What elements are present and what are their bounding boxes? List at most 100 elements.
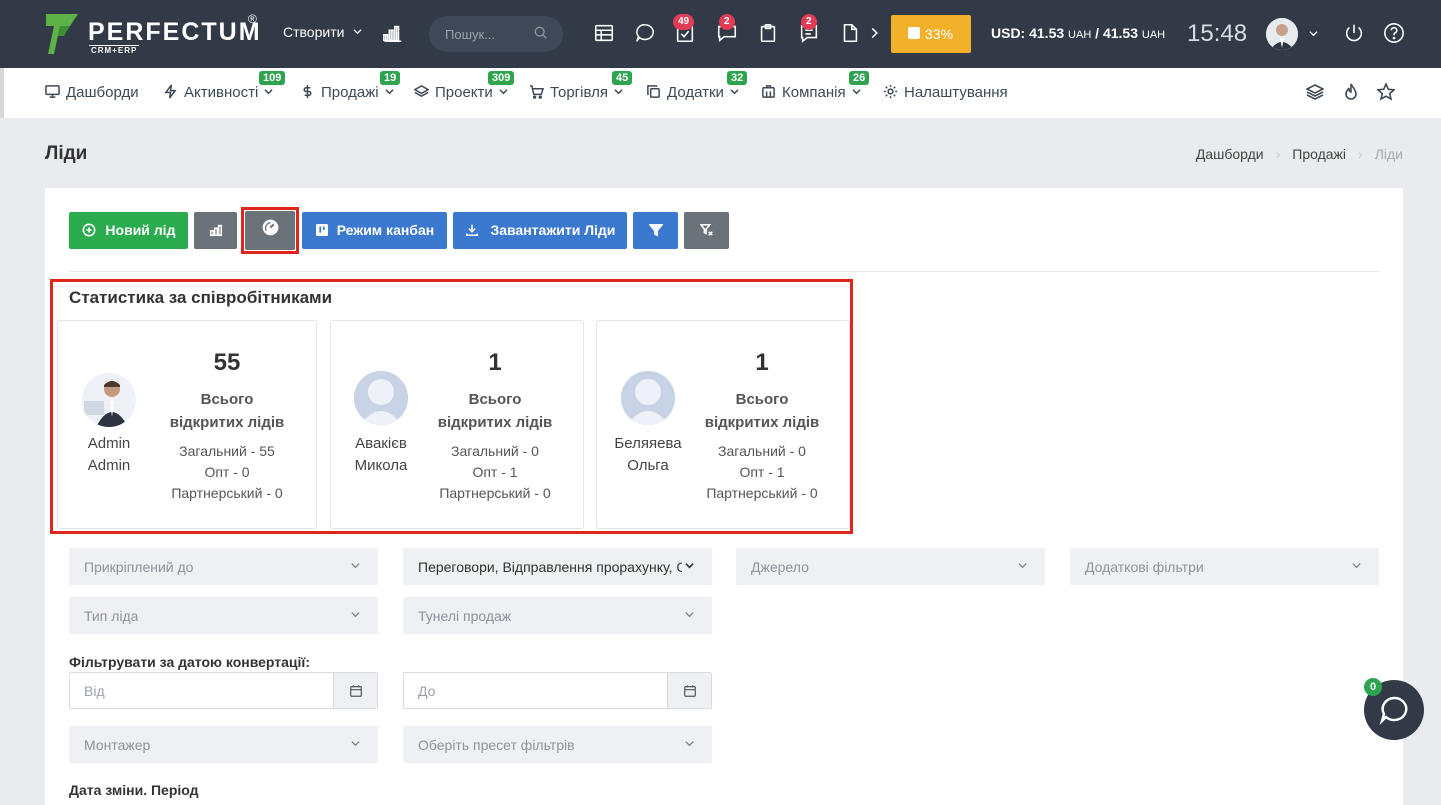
- timer-progress-button[interactable]: 33%: [891, 15, 971, 53]
- chevron-down-icon: [1018, 563, 1027, 569]
- calendar-button[interactable]: [667, 673, 711, 708]
- breadcrumb: Дашборди › Продажі › Ліди: [1196, 146, 1403, 162]
- kanban-label: Режим канбан: [336, 222, 435, 238]
- logo-text: PERFECTUM: [88, 18, 262, 46]
- monitor-icon: [45, 85, 60, 98]
- chart-button[interactable]: [194, 212, 237, 249]
- search-input[interactable]: [445, 25, 535, 43]
- menu-item-trade[interactable]: Торгівля: [529, 84, 623, 101]
- calendar-button[interactable]: [333, 673, 377, 708]
- rate-middle: / 41.53: [1091, 25, 1138, 41]
- general-count: Загальний - 0: [451, 443, 539, 459]
- assigned-to-select[interactable]: Прикріплений до: [69, 548, 378, 585]
- rate-unit-1: UAH: [1068, 29, 1092, 41]
- layers-toggle-icon[interactable]: [1305, 83, 1326, 103]
- conversion-date-label: Фільтрувати за датою конвертації:: [69, 654, 311, 670]
- employee-last-name: Ольга: [627, 457, 669, 474]
- fire-icon[interactable]: [1342, 83, 1362, 103]
- chevron-down-icon: [385, 89, 394, 95]
- kanban-mode-button[interactable]: Режим канбан: [302, 212, 447, 249]
- chevron-down-icon: [1352, 563, 1361, 569]
- clipboard-icon[interactable]: [757, 22, 781, 46]
- general-count: Загальний - 55: [179, 443, 275, 459]
- power-icon[interactable]: [1343, 22, 1367, 46]
- breadcrumb-item[interactable]: Дашборди: [1196, 146, 1264, 162]
- global-search[interactable]: [429, 16, 563, 52]
- employee-avatar: [82, 373, 136, 427]
- menu-item-dashboards[interactable]: Дашборди: [45, 84, 139, 101]
- employee-avatar: [621, 371, 675, 425]
- logo-mark-icon: [46, 14, 78, 54]
- page-title: Ліди: [45, 143, 88, 164]
- user-avatar[interactable]: [1266, 18, 1298, 50]
- installer-value: Монтажер: [84, 737, 151, 753]
- menu-item-activities[interactable]: Активності: [163, 84, 274, 101]
- star-icon[interactable]: [1376, 81, 1397, 103]
- chat-count-badge: 0: [1364, 678, 1382, 696]
- filter-preset-select[interactable]: Оберіть пресет фільтрів: [403, 726, 712, 763]
- main-menu: Дашборди Активності 109 Продажі 19 Проек…: [0, 68, 1441, 118]
- create-label: Створити: [283, 24, 345, 40]
- menu-item-settings[interactable]: Налаштування: [883, 84, 1008, 101]
- bolt-icon: [164, 84, 177, 99]
- reports-chart-icon[interactable]: [382, 22, 406, 46]
- employee-photo-icon: [82, 373, 136, 427]
- breadcrumb-separator-icon: ›: [1275, 146, 1281, 162]
- progress-label: 33%: [925, 26, 954, 42]
- open-leads-label-2: відкритих лідів: [704, 414, 820, 431]
- create-dropdown[interactable]: Створити: [283, 24, 362, 40]
- date-to-input[interactable]: [418, 682, 618, 700]
- date-from-input[interactable]: [84, 682, 284, 700]
- extra-filters-select[interactable]: Додаткові фільтри: [1070, 548, 1379, 585]
- partner-count: Партнерський - 0: [706, 485, 818, 501]
- chevron-down-icon: [499, 89, 508, 95]
- stats-title: Статистика за співробітниками: [69, 288, 333, 307]
- rate-prefix: USD: 41.53: [991, 25, 1065, 41]
- table-icon[interactable]: [593, 22, 617, 46]
- logo[interactable]: PERFECTUM CRM+ERP ®: [44, 12, 264, 58]
- breadcrumb-item[interactable]: Продажі: [1292, 146, 1346, 162]
- dollar-icon: [303, 84, 312, 99]
- document-icon[interactable]: [839, 22, 863, 46]
- filter-button[interactable]: [633, 212, 678, 249]
- chevron-right-icon[interactable]: [869, 22, 881, 46]
- new-lead-button[interactable]: Новий лід: [69, 212, 188, 249]
- open-leads-label: Всього: [735, 391, 789, 408]
- date-from-field[interactable]: [69, 672, 378, 709]
- employee-last-name: Микола: [354, 457, 408, 474]
- chevron-down-icon: [351, 563, 360, 569]
- status-select[interactable]: Переговори, Відправлення прорахунку, С: [403, 548, 712, 585]
- comment-icon[interactable]: [634, 22, 658, 46]
- bar-chart-icon: [209, 224, 222, 237]
- open-leads-label: Всього: [200, 391, 254, 408]
- stats-toggle-button[interactable]: [245, 211, 295, 250]
- menu-item-company[interactable]: Компанія: [761, 84, 861, 101]
- lead-type-select[interactable]: Тип ліда: [69, 597, 378, 634]
- download-icon: [465, 224, 478, 237]
- copy-icon: [647, 85, 660, 98]
- menu-label: Проекти: [435, 84, 493, 101]
- sales-count-badge: 19: [380, 71, 401, 85]
- clear-filter-button[interactable]: [684, 212, 729, 249]
- download-leads-button[interactable]: Завантажити Ліди: [453, 212, 627, 249]
- menu-item-projects[interactable]: Проекти: [413, 84, 508, 101]
- date-to-field[interactable]: [403, 672, 712, 709]
- extra-filters-value: Додаткові фільтри: [1085, 559, 1204, 575]
- assigned-to-value: Прикріплений до: [84, 559, 194, 575]
- layers-icon: [413, 85, 430, 98]
- chevron-down-icon: [264, 89, 274, 95]
- search-icon: [534, 26, 547, 39]
- user-menu-chevron-icon[interactable]: [1309, 29, 1318, 38]
- menu-item-addons[interactable]: Додатки: [646, 84, 739, 101]
- help-icon[interactable]: [1383, 22, 1407, 46]
- source-select[interactable]: Джерело: [736, 548, 1045, 585]
- sales-funnel-select[interactable]: Тунелі продаж: [403, 597, 712, 634]
- chat-widget-button[interactable]: 0: [1364, 678, 1424, 740]
- lead-type-value: Тип ліда: [84, 608, 139, 624]
- menu-item-sales[interactable]: Продажі: [300, 84, 394, 101]
- installer-select[interactable]: Монтажер: [69, 726, 378, 763]
- currency-rate: USD: 41.53 UAH / 41.53 UAH: [991, 25, 1165, 41]
- source-value: Джерело: [751, 559, 809, 575]
- menu-label: Торгівля: [550, 84, 608, 101]
- new-lead-label: Новий лід: [105, 222, 176, 238]
